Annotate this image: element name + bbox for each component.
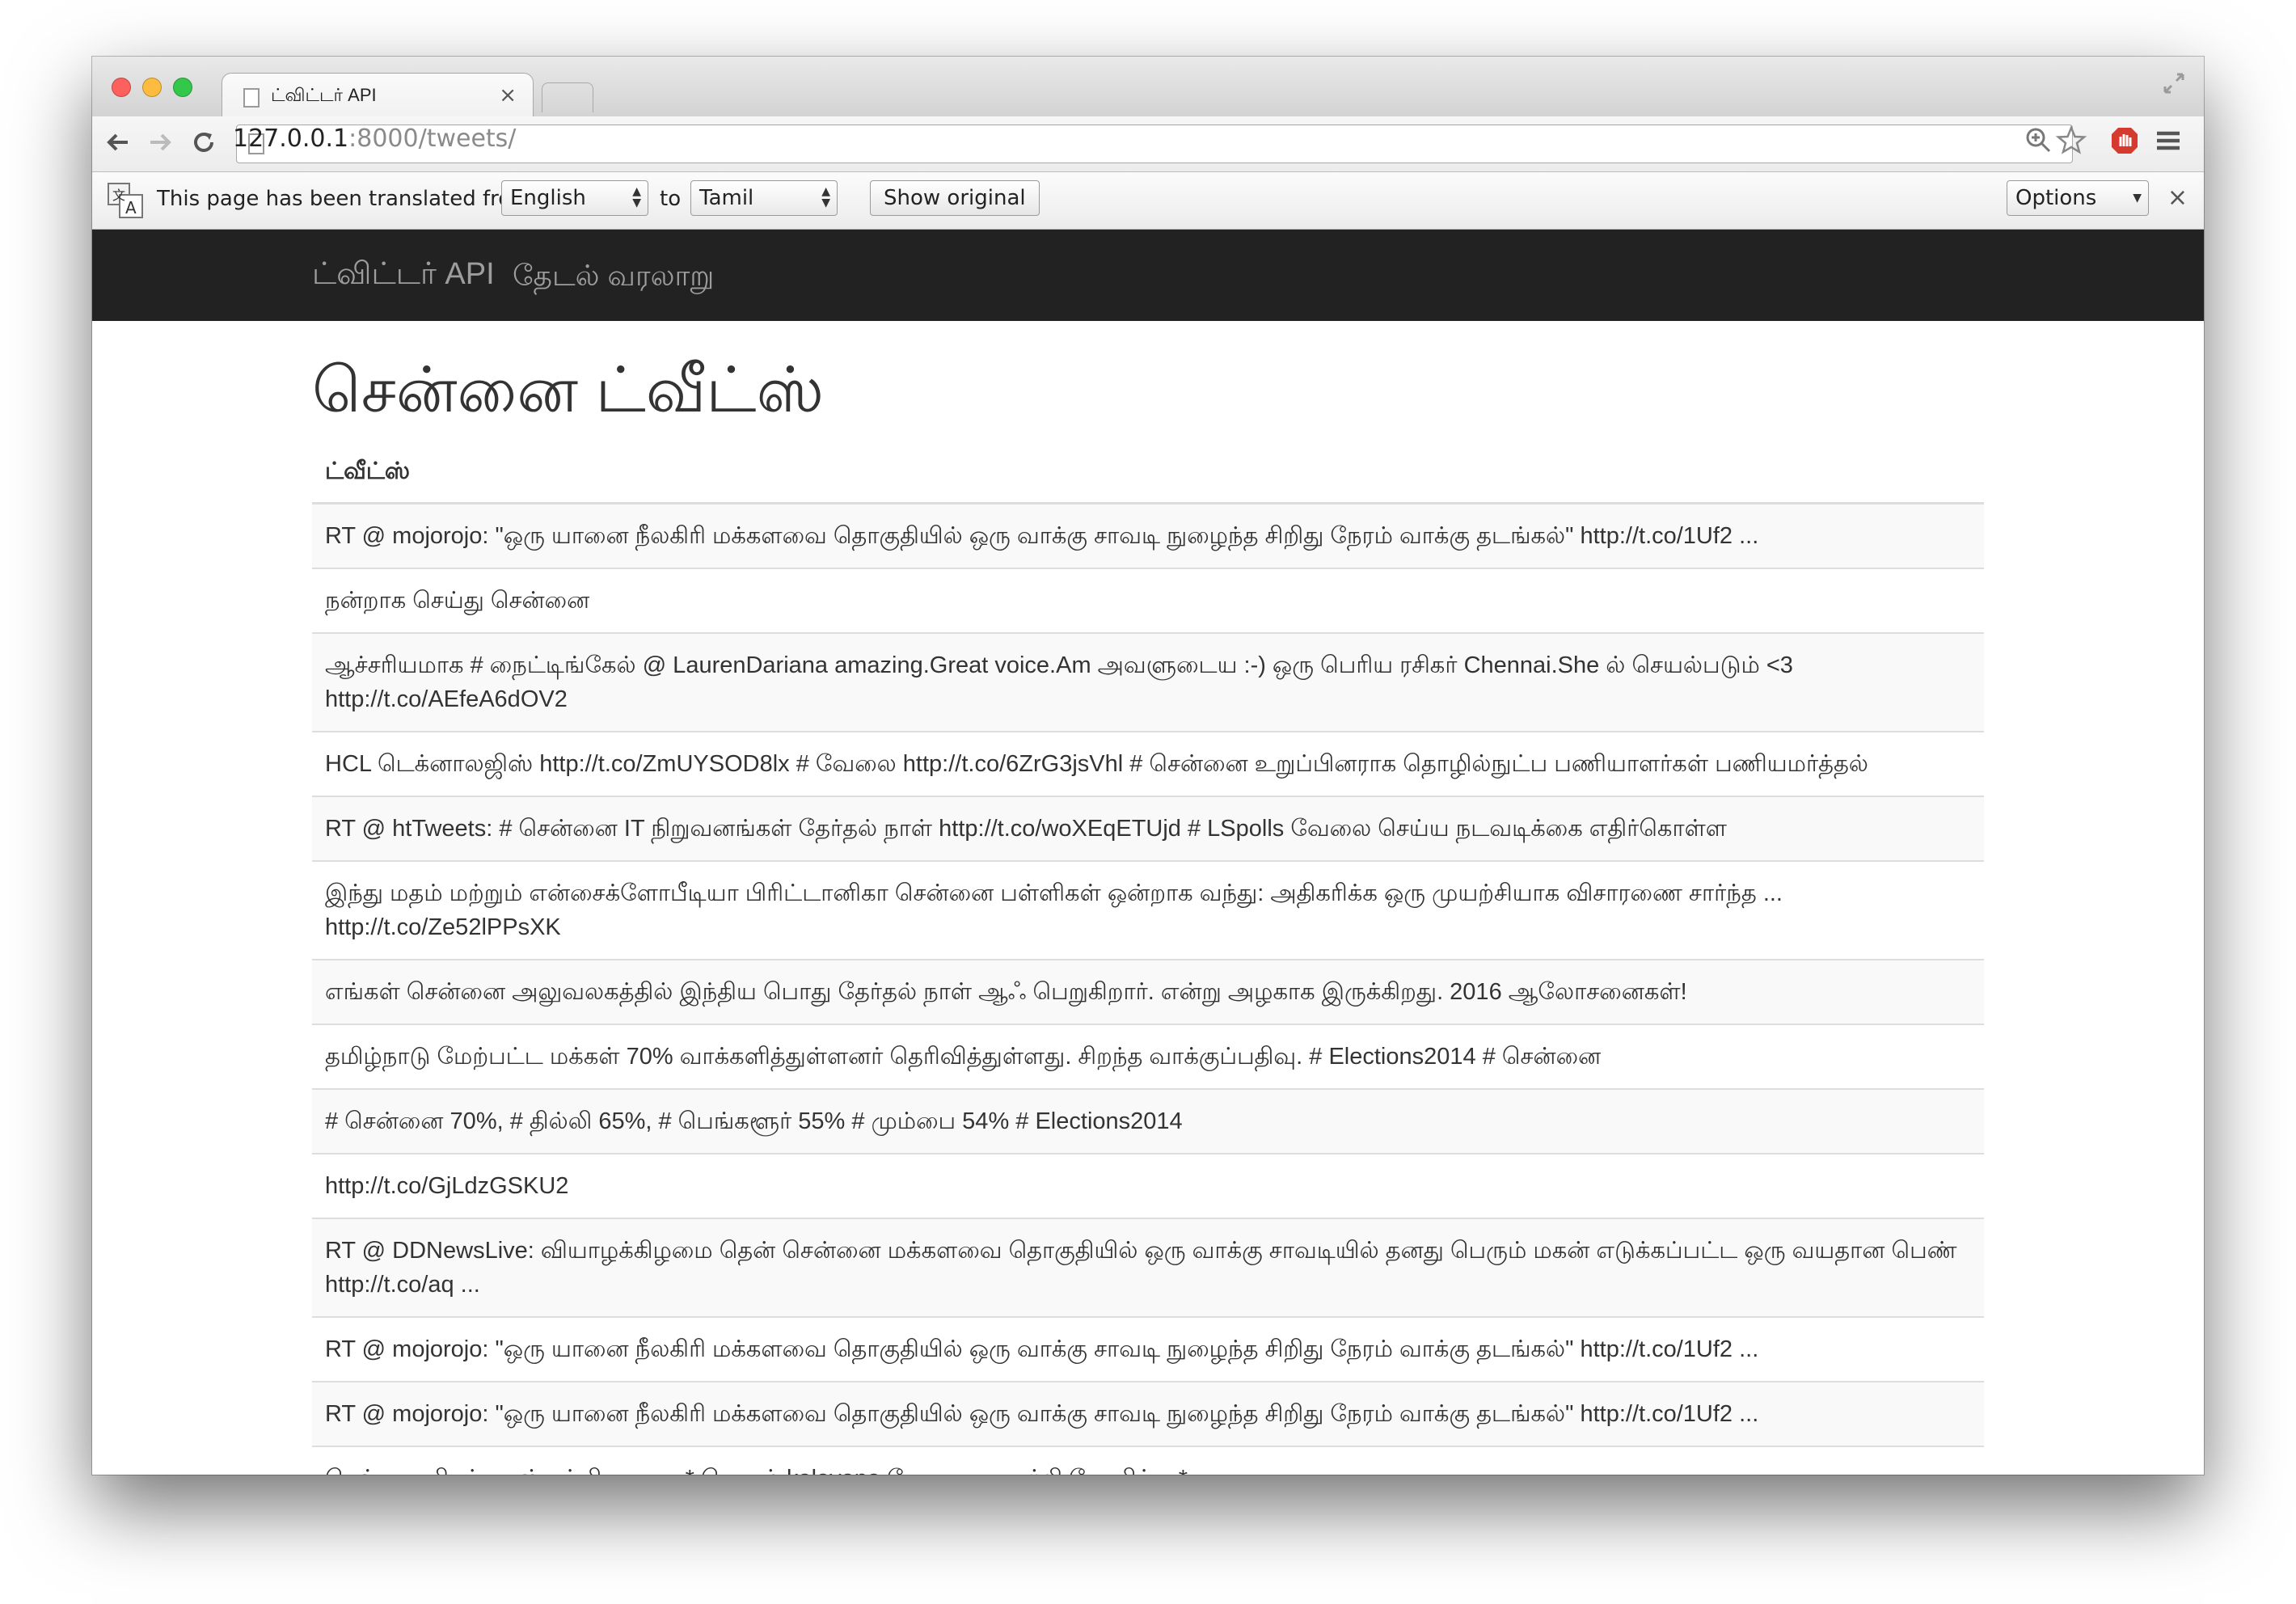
table-row: எங்கள் சென்னை அலுவலகத்தில் இந்திய பொது த…	[312, 959, 1984, 1024]
zoom-window-button[interactable]	[173, 78, 192, 97]
options-label: Options	[2015, 186, 2097, 210]
translate-icon: 文 A	[108, 183, 143, 218]
tweets-table-body: RT @ mojorojo: "ஒரு யானை நீலகிரி மக்களவை…	[312, 502, 1984, 1475]
table-row: ஆச்சரியமாக # நைட்டிங்கேல் @ LaurenDarian…	[312, 632, 1984, 732]
menu-icon[interactable]	[2152, 125, 2184, 157]
translate-message: This page has been translated from	[157, 187, 532, 211]
translate-to-label: to	[660, 187, 682, 211]
forward-arrow-icon[interactable]	[146, 128, 175, 157]
table-row: # சென்னை 70%, # தில்லி 65%, # பெங்களூர் …	[312, 1088, 1984, 1154]
table-row: நன்றாக செய்து சென்னை	[312, 568, 1984, 633]
tweet-text: RT @ mojorojo: "ஒரு யானை நீலகிரி மக்களவை…	[312, 502, 1984, 568]
tab-close-icon[interactable]: ×	[499, 83, 517, 108]
translate-bar: 文 A This page has been translated from E…	[92, 172, 2204, 230]
tweet-text: எங்கள் சென்னை அலுவலகத்தில் இந்திய பொது த…	[312, 959, 1984, 1024]
tweet-text: RT @ mojorojo: "ஒரு யானை நீலகிரி மக்களவை…	[312, 1381, 1984, 1446]
target-language-select[interactable]: Tamil ▲ ▼	[690, 180, 838, 216]
tweet-text: சென்னை சிறந்த நண்பர் திருமண. * வெறும் ka…	[312, 1446, 1984, 1475]
tab-title: ட்விட்டர் API	[271, 85, 377, 105]
adblock-extension-icon[interactable]	[2108, 125, 2141, 157]
tweet-text: # சென்னை 70%, # தில்லி 65%, # பெங்களூர் …	[312, 1088, 1984, 1154]
title-bar: ட்விட்டர் API ×	[92, 57, 2204, 118]
page-title: சென்னை ட்வீட்ஸ்	[312, 354, 825, 425]
tweet-text: தமிழ்நாடு மேற்பட்ட மக்கள் 70% வாக்களித்த…	[312, 1024, 1984, 1089]
tweet-text: HCL டெக்னாலஜிஸ் http://t.co/ZmUYSOD8lx #…	[312, 731, 1984, 796]
column-header-tweets: ட்வீட்ஸ்	[312, 447, 1984, 504]
table-row: சென்னை சிறந்த நண்பர் திருமண. * வெறும் ka…	[312, 1446, 1984, 1475]
new-tab-button[interactable]	[542, 82, 593, 112]
table-row: RT @ mojorojo: "ஒரு யானை நீலகிரி மக்களவை…	[312, 1316, 1984, 1382]
app-navbar: ட்விட்டர் API தேடல் வரலாறு	[92, 230, 2204, 321]
table-row: RT @ mojorojo: "ஒரு யானை நீலகிரி மக்களவை…	[312, 1381, 1984, 1446]
svg-text:文: 文	[112, 188, 125, 203]
browser-window: ட்விட்டர் API × 127.0.0.1:8000/tweets/ 文…	[92, 57, 2204, 1475]
source-language-select[interactable]: English ▲ ▼	[501, 180, 648, 216]
target-language-value: Tamil	[699, 186, 754, 210]
svg-text:A: A	[125, 198, 137, 217]
tweet-text: நன்றாக செய்து சென்னை	[312, 568, 1984, 633]
tweet-text: ஆச்சரியமாக # நைட்டிங்கேல் @ LaurenDarian…	[312, 632, 1984, 732]
tweet-text: RT @ DDNewsLive: வியாழக்கிழமை தென் சென்ன…	[312, 1218, 1984, 1317]
nav-link-search-history[interactable]: தேடல் வரலாறு	[513, 259, 714, 297]
source-language-value: English	[510, 186, 586, 210]
zoom-icon[interactable]	[2023, 125, 2055, 157]
bookmark-star-icon[interactable]	[2055, 125, 2087, 157]
table-row: HCL டெக்னாலஜிஸ் http://t.co/ZmUYSOD8lx #…	[312, 731, 1984, 796]
tweet-text: http://t.co/GjLdzGSKU2	[312, 1153, 1984, 1218]
url-path: :8000/tweets/	[348, 125, 517, 153]
table-row: RT @ htTweets: # சென்னை IT நிறுவனங்கள் த…	[312, 796, 1984, 861]
url-host: 127.0.0.1	[233, 125, 349, 153]
fullscreen-icon[interactable]	[2162, 71, 2186, 95]
table-row: RT @ mojorojo: "ஒரு யானை நீலகிரி மக்களவை…	[312, 502, 1984, 568]
table-row: http://t.co/GjLdzGSKU2	[312, 1153, 1984, 1218]
url-text[interactable]: 127.0.0.1:8000/tweets/	[233, 125, 516, 153]
back-arrow-icon[interactable]	[103, 128, 133, 157]
translate-options-select[interactable]: Options ▼	[2007, 180, 2149, 216]
reload-icon[interactable]	[189, 128, 218, 157]
table-row: தமிழ்நாடு மேற்பட்ட மக்கள் 70% வாக்களித்த…	[312, 1024, 1984, 1089]
navbar-brand[interactable]: ட்விட்டர் API	[312, 257, 495, 296]
show-original-button[interactable]: Show original	[870, 180, 1040, 216]
tweet-text: RT @ htTweets: # சென்னை IT நிறுவனங்கள் த…	[312, 796, 1984, 861]
close-window-button[interactable]	[112, 78, 131, 97]
main-content: சென்னை ட்வீட்ஸ் ட்வீட்ஸ் RT @ mojorojo: …	[312, 321, 1984, 1475]
dropdown-arrow-icon: ▼	[2133, 192, 2142, 205]
table-header-row: ட்வீட்ஸ்	[312, 447, 1984, 504]
select-arrows-icon: ▲ ▼	[821, 185, 830, 209]
table-row: RT @ DDNewsLive: வியாழக்கிழமை தென் சென்ன…	[312, 1218, 1984, 1317]
tweet-text: RT @ mojorojo: "ஒரு யானை நீலகிரி மக்களவை…	[312, 1316, 1984, 1382]
table-row: இந்து மதம் மற்றும் என்சைக்ளோபீடியா பிரிட…	[312, 860, 1984, 960]
tweet-text: இந்து மதம் மற்றும் என்சைக்ளோபீடியா பிரிட…	[312, 860, 1984, 960]
select-arrows-icon: ▲ ▼	[632, 185, 641, 209]
browser-tab[interactable]: ட்விட்டர் API ×	[222, 73, 534, 118]
tweets-table: ட்வீட்ஸ் RT @ mojorojo: "ஒரு யானை நீலகிர…	[312, 447, 1984, 1475]
page-icon	[243, 88, 260, 108]
close-translate-bar-icon[interactable]: ×	[2167, 184, 2188, 212]
minimize-window-button[interactable]	[142, 78, 162, 97]
